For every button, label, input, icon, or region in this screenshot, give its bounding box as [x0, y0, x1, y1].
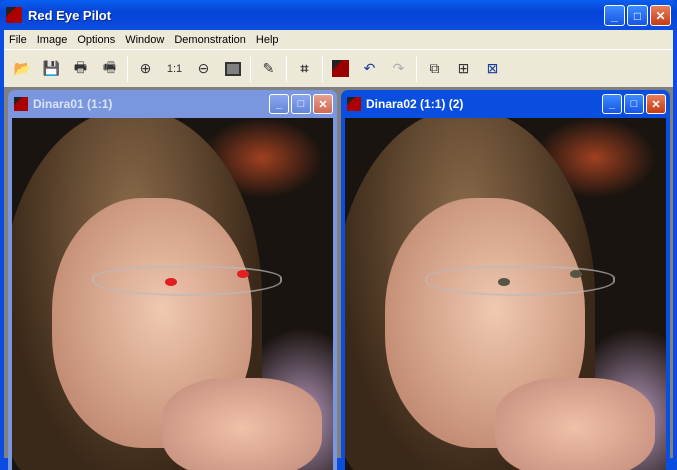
redo-icon[interactable]: ↷ [384, 55, 413, 83]
app-title-bar[interactable]: Red Eye Pilot _ □ ✕ [0, 0, 677, 30]
menu-image[interactable]: Image [32, 34, 73, 46]
menu-demonstration[interactable]: Demonstration [169, 34, 251, 46]
app-title: Red Eye Pilot [28, 7, 112, 23]
toolbar-separator [250, 55, 251, 82]
window-title-bar[interactable]: Dinara01 (1:1) _ □ ✕ [12, 90, 333, 118]
red-eye-fix-icon[interactable] [326, 55, 355, 83]
print-preview-icon[interactable]: 🖷 [95, 55, 124, 83]
close-all-windows-icon[interactable]: ⊠ [478, 55, 507, 83]
menu-options[interactable]: Options [72, 34, 120, 46]
app-icon [6, 7, 22, 23]
cascade-windows-icon[interactable]: ⧉ [420, 55, 449, 83]
minimize-button[interactable]: _ [604, 5, 625, 26]
close-button[interactable]: ✕ [313, 94, 333, 114]
zoom-actual-button[interactable]: 1:1 [160, 55, 189, 83]
save-icon[interactable]: 💾 [37, 55, 66, 83]
photo-hands [162, 378, 322, 470]
window-title: Dinara01 (1:1) [33, 97, 113, 111]
photo-canvas[interactable] [12, 118, 333, 470]
toolbar-separator [127, 55, 128, 82]
window-icon [14, 97, 28, 111]
close-button[interactable]: ✕ [650, 5, 671, 26]
menu-help[interactable]: Help [251, 34, 284, 46]
mdi-workspace: Dinara01 (1:1) _ □ ✕ Dinara02 (1:1) (2) _ □… [4, 87, 673, 470]
minimize-button[interactable]: _ [602, 94, 622, 114]
window-icon [347, 97, 361, 111]
minimize-button[interactable]: _ [269, 94, 289, 114]
tile-windows-icon[interactable]: ⊞ [449, 55, 478, 83]
menu-window[interactable]: Window [120, 34, 169, 46]
left-eye [498, 278, 510, 286]
photo-canvas[interactable] [345, 118, 666, 470]
toolbar: 📂 💾 🖶 🖷 ⊕ 1:1 ⊖ ✎ ⌗ ↶ ↷ ⧉ ⊞ ⊠ [4, 49, 673, 87]
photo-glasses [425, 266, 615, 296]
undo-icon[interactable]: ↶ [355, 55, 384, 83]
zoom-out-icon[interactable]: ⊖ [189, 55, 218, 83]
eyedropper-icon[interactable]: ✎ [254, 55, 283, 83]
toolbar-separator [416, 55, 417, 82]
open-folder-icon[interactable]: 📂 [8, 55, 37, 83]
image-window-dinara01[interactable]: Dinara01 (1:1) _ □ ✕ [8, 90, 337, 470]
photo-hands [495, 378, 655, 470]
right-eye [570, 270, 582, 278]
image-window-dinara02[interactable]: Dinara02 (1:1) (2) _ □ ✕ [341, 90, 670, 470]
maximize-button[interactable]: □ [624, 94, 644, 114]
close-button[interactable]: ✕ [646, 94, 666, 114]
crop-icon[interactable]: ⌗ [290, 55, 319, 83]
left-eye [165, 278, 177, 286]
print-icon[interactable]: 🖶 [66, 55, 95, 83]
photo-glasses [92, 266, 282, 296]
window-title-bar[interactable]: Dinara02 (1:1) (2) _ □ ✕ [345, 90, 666, 118]
zoom-in-icon[interactable]: ⊕ [131, 55, 160, 83]
right-eye [237, 270, 249, 278]
menu-file[interactable]: File [4, 34, 32, 46]
maximize-button[interactable]: □ [291, 94, 311, 114]
window-title: Dinara02 (1:1) (2) [366, 97, 464, 111]
maximize-button[interactable]: □ [627, 5, 648, 26]
menu-bar: File Image Options Window Demonstration … [4, 30, 673, 49]
toolbar-separator [322, 55, 323, 82]
fit-window-icon[interactable] [218, 55, 247, 83]
toolbar-separator [286, 55, 287, 82]
